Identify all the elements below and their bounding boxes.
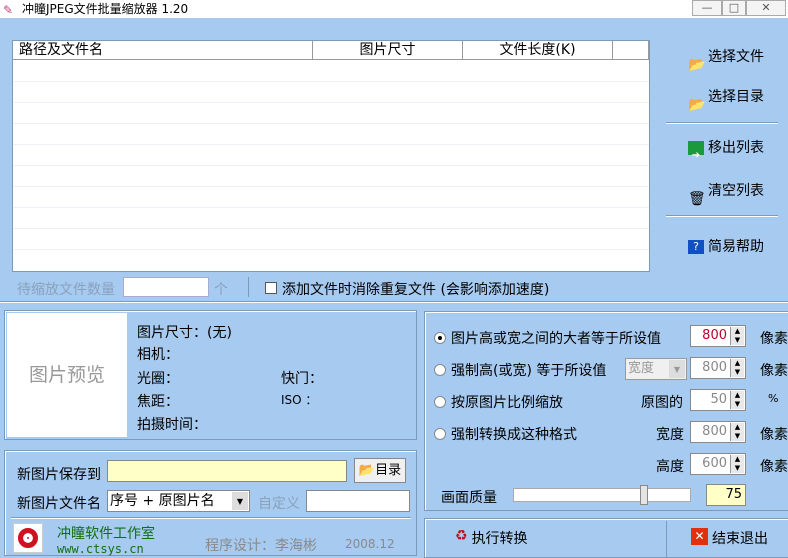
quality-slider[interactable] [513,485,691,505]
date: 2008.12 [345,537,395,551]
folder-icon: 📂 [358,463,376,478]
quality-label: 画面质量 [441,490,497,506]
select-dir-button[interactable]: 📂 选择目录 [676,82,776,113]
recycle-icon: ♻ [455,528,468,544]
camera: 相机： [137,347,179,363]
col-size[interactable]: 图片尺寸 [313,41,463,60]
custom-name-input[interactable] [306,490,410,512]
opt3-spin[interactable]: 50 ▲ ▼ [690,389,746,411]
arrow-right-icon: ➔ [688,141,704,161]
folder-icon: 📂 [688,97,706,113]
height-spin[interactable]: 600 ▲ ▼ [690,453,746,475]
save-panel: 新图片保存到 📂目录 新图片文件名 序号 + 原图片名 ▼ 自定义 冲瞳软件工作室… [4,450,417,556]
folder-icon: 📂 [688,57,706,73]
aperture: 光圈： [137,371,179,387]
spin-arrows-icon: ▲ ▼ [730,455,744,473]
opt1-radio[interactable] [434,332,446,344]
options-panel: 图片高或宽之间的大者等于所设值 800 ▲ ▼ 像素 强制高(或宽) 等于所设值 宽… [424,311,788,511]
iso: ISO ： [281,393,318,407]
shot-time: 拍摄时间： [137,417,207,433]
dedupe-label: 添加文件时消除重复文件 (会影响添加速度) [282,282,550,298]
shutter: 快门： [281,371,323,387]
opt2-label: 强制高(或宽) 等于所设值 [451,363,607,379]
author: 程序设计：李海彬 [205,538,317,554]
opt4-radio[interactable] [434,428,446,440]
help-button[interactable]: ? 简易帮助 [676,232,776,262]
preview-panel: 图片预览 图片尺寸：(无) 相机： 光圈： 快门： 焦距： ISO ： 拍摄时间… [4,310,417,440]
opt2-spin[interactable]: 800 ▲ ▼ [690,357,746,379]
file-list[interactable]: 路径及文件名 图片尺寸 文件长度(K) [12,40,650,272]
slider-thumb[interactable] [640,485,648,505]
divider [666,215,778,217]
opt2-radio[interactable] [434,364,446,376]
dim-select[interactable]: 宽度 ▼ [625,358,687,380]
remove-button[interactable]: ➔ 移出列表 [676,133,776,163]
save-path-input[interactable] [107,460,347,482]
opt3-radio[interactable] [434,396,446,408]
opt4-label: 强制转换成这种格式 [451,427,577,443]
maximize-button[interactable]: □ [722,0,746,16]
quality-value[interactable]: 75 [706,484,746,506]
count-unit: 个 [214,282,228,298]
studio-url[interactable]: www.ctsys.cn [57,542,144,556]
title-bar: ✎ 冲瞳JPEG文件批量缩放器 1.20 — □ ✕ [0,0,788,18]
clear-button[interactable]: 🗑 清空列表 [676,176,776,207]
exit-button[interactable]: ✕ 结束退出 [691,528,768,548]
chevron-down-icon: ▼ [232,492,248,510]
close-button[interactable]: ✕ [746,0,786,16]
image-preview: 图片预览 [7,313,127,437]
opt1-spin[interactable]: 800 ▲ ▼ [690,325,746,347]
divider [666,122,778,124]
spin-arrows-icon: ▲ ▼ [730,327,744,345]
spin-arrows-icon: ▲ ▼ [730,359,744,377]
trash-icon: 🗑 [688,191,706,207]
image-size: 图片尺寸：(无) [137,325,232,341]
col-path[interactable]: 路径及文件名 [13,41,313,60]
run-button[interactable]: ♻ 执行转换 [455,528,528,548]
focal-length: 焦距： [137,394,179,410]
minimize-button[interactable]: — [692,0,722,16]
spin-arrows-icon: ▲ ▼ [730,423,744,441]
help-icon: ? [688,240,704,254]
app-icon: ✎ [3,3,14,17]
opt1-label: 图片高或宽之间的大者等于所设值 [451,331,661,347]
dir-button[interactable]: 📂目录 [354,458,406,483]
dedupe-checkbox[interactable] [265,282,277,294]
count-field [123,277,209,297]
name-mode-select[interactable]: 序号 + 原图片名 ▼ [107,490,250,512]
col-length[interactable]: 文件长度(K) [463,41,613,60]
select-files-button[interactable]: 📂 选择文件 [676,42,776,73]
window-title: 冲瞳JPEG文件批量缩放器 1.20 [22,2,189,16]
count-label: 待缩放文件数量 [17,282,115,298]
close-icon: ✕ [691,528,708,545]
width-spin[interactable]: 800 ▲ ▼ [690,421,746,443]
logo [13,523,43,553]
spin-arrows-icon: ▲ ▼ [730,391,744,409]
opt3-label: 按原图片比例缩放 [451,395,563,411]
chevron-down-icon: ▼ [669,360,685,378]
studio-name: 冲瞳软件工作室 [57,526,155,542]
